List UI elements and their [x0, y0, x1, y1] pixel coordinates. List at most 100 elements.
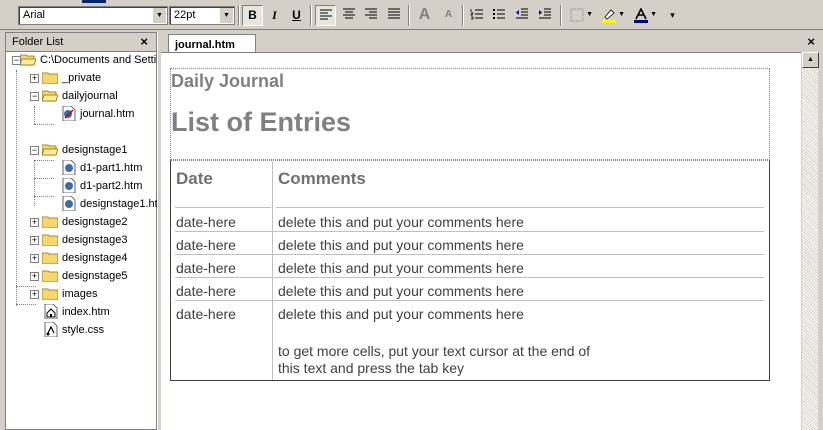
table-note-line[interactable]: to get more cells, put your text cursor …	[278, 343, 590, 359]
table-row-comment[interactable]: delete this and put your comments here	[278, 306, 524, 322]
table-row-comment[interactable]: delete this and put your comments here	[278, 260, 524, 276]
table-row-comment[interactable]: delete this and put your comments here	[278, 283, 524, 299]
numbered-list-button[interactable]	[466, 5, 487, 26]
tree-item-root[interactable]: C:\Documents and Settings	[20, 52, 158, 68]
html-page-icon	[62, 160, 76, 175]
toolbar-separator	[238, 5, 240, 26]
expand-icon[interactable]: +	[30, 290, 39, 299]
folder-list-title: Folder List	[12, 36, 64, 48]
tree-item-label: designstage4	[62, 252, 128, 264]
chevron-down-icon[interactable]: ▼	[152, 8, 166, 23]
chevron-down-icon[interactable]: ▼	[618, 5, 625, 25]
table-note-line[interactable]: this text and press the tab key	[278, 360, 464, 376]
toolbar-separator	[408, 5, 410, 26]
vertical-scrollbar[interactable]: ▲	[801, 52, 819, 430]
toolbar-separator	[560, 5, 562, 26]
justify-button[interactable]	[383, 5, 404, 26]
font-size-select[interactable]: 22pt ▼	[169, 6, 235, 25]
page-subtitle[interactable]: Daily Journal	[171, 71, 284, 92]
table-row-date[interactable]: date-here	[176, 306, 236, 322]
chevron-down-icon[interactable]: ▾	[670, 10, 675, 20]
folder-icon	[42, 234, 58, 246]
tree-item-label: designstage1	[62, 144, 128, 156]
table-row-comment[interactable]: delete this and put your comments here	[278, 237, 524, 253]
font-color-icon	[633, 7, 648, 23]
chevron-down-icon[interactable]: ▼	[586, 5, 593, 25]
row-divider	[175, 207, 271, 208]
decrease-indent-button[interactable]	[511, 5, 532, 26]
expand-icon[interactable]: +	[30, 236, 39, 245]
italic-button[interactable]: I	[264, 5, 285, 26]
chevron-down-icon[interactable]: ▼	[650, 5, 657, 25]
row-divider	[175, 277, 764, 278]
table-row-date[interactable]: date-here	[176, 283, 236, 299]
toolbar-options-button[interactable]: ▾	[662, 5, 683, 26]
scroll-up-icon[interactable]: ▲	[802, 52, 819, 68]
journal-table[interactable]: Date Comments date-here delete this and …	[170, 160, 770, 381]
chevron-down-icon[interactable]: ▼	[219, 8, 233, 23]
expand-icon[interactable]: +	[30, 218, 39, 227]
close-icon[interactable]: ×	[140, 34, 148, 49]
formatting-toolbar: Arial ▼ 22pt ▼ B I U A A ▼ ▼ ▼ ▾	[0, 0, 823, 30]
align-right-button[interactable]	[360, 5, 381, 26]
tree-item-label: C:\Documents and Settings	[40, 54, 158, 66]
expand-icon[interactable]: +	[30, 74, 39, 83]
collapse-icon[interactable]: −	[30, 146, 39, 155]
expand-icon[interactable]: +	[30, 272, 39, 281]
page-title[interactable]: List of Entries	[171, 107, 351, 138]
row-divider	[175, 254, 764, 255]
increase-indent-button[interactable]	[534, 5, 555, 26]
document-area: journal.htm × Daily Journal List of Entr…	[160, 32, 823, 430]
column-header-date[interactable]: Date	[176, 169, 213, 189]
decrease-font-size-button[interactable]: A	[438, 5, 459, 26]
open-folder-icon	[42, 144, 58, 156]
font-color-button[interactable]: ▼	[630, 5, 657, 26]
tree-item-label: index.htm	[62, 306, 110, 318]
align-center-button[interactable]	[338, 5, 359, 26]
tree-connector	[34, 124, 54, 125]
underline-button[interactable]: U	[286, 5, 307, 26]
highlight-color-button[interactable]: ▼	[598, 5, 625, 26]
tree-item-label: designstage5	[62, 270, 128, 282]
highlighter-icon	[601, 9, 616, 23]
column-header-comments[interactable]: Comments	[278, 169, 366, 189]
folder-list-header: Folder List ×	[6, 33, 156, 52]
collapse-icon[interactable]: −	[30, 92, 39, 101]
align-left-button[interactable]	[315, 5, 336, 26]
align-left-icon	[319, 9, 332, 20]
column-divider[interactable]	[272, 161, 273, 380]
tree-item-label: journal.htm	[80, 108, 135, 120]
increase-font-size-button[interactable]: A	[414, 5, 435, 26]
tree-connector	[34, 196, 54, 197]
table-row-comment[interactable]: delete this and put your comments here	[278, 214, 524, 230]
font-name-select[interactable]: Arial ▼	[18, 6, 168, 25]
table-row-date[interactable]: date-here	[176, 214, 236, 230]
row-divider	[175, 300, 764, 301]
collapse-icon[interactable]: −	[12, 56, 21, 65]
bold-button[interactable]: B	[242, 5, 263, 26]
page-editor[interactable]: Daily Journal List of Entries Date Comme…	[161, 52, 801, 430]
tab-journal-htm[interactable]: journal.htm	[168, 34, 256, 54]
open-folder-icon	[42, 90, 58, 102]
header-region[interactable]: Daily Journal List of Entries	[170, 68, 770, 160]
html-page-icon	[62, 196, 76, 211]
tree-connector	[16, 70, 17, 306]
tree-item-label: dailyjournal	[62, 90, 118, 102]
table-row-date[interactable]: date-here	[176, 237, 236, 253]
close-icon[interactable]: ×	[807, 34, 815, 49]
tree-item-designstage1-htm[interactable]: designstage1.htm	[60, 196, 158, 212]
table-row-date[interactable]: date-here	[176, 260, 236, 276]
decrease-indent-icon	[515, 8, 528, 19]
justify-icon	[387, 8, 400, 19]
folder-tree: C:\Documents and Settings − + _private −…	[6, 52, 158, 412]
align-right-icon	[364, 8, 377, 19]
toolbar-separator	[310, 5, 312, 26]
tree-connector	[34, 106, 35, 124]
borders-button[interactable]: ▼	[566, 5, 593, 26]
html-page-edit-icon	[62, 106, 76, 121]
open-folder-icon	[20, 54, 36, 66]
bulleted-list-button[interactable]	[488, 5, 509, 26]
folder-icon	[42, 288, 58, 300]
expand-icon[interactable]: +	[30, 254, 39, 263]
home-page-icon	[44, 304, 58, 319]
